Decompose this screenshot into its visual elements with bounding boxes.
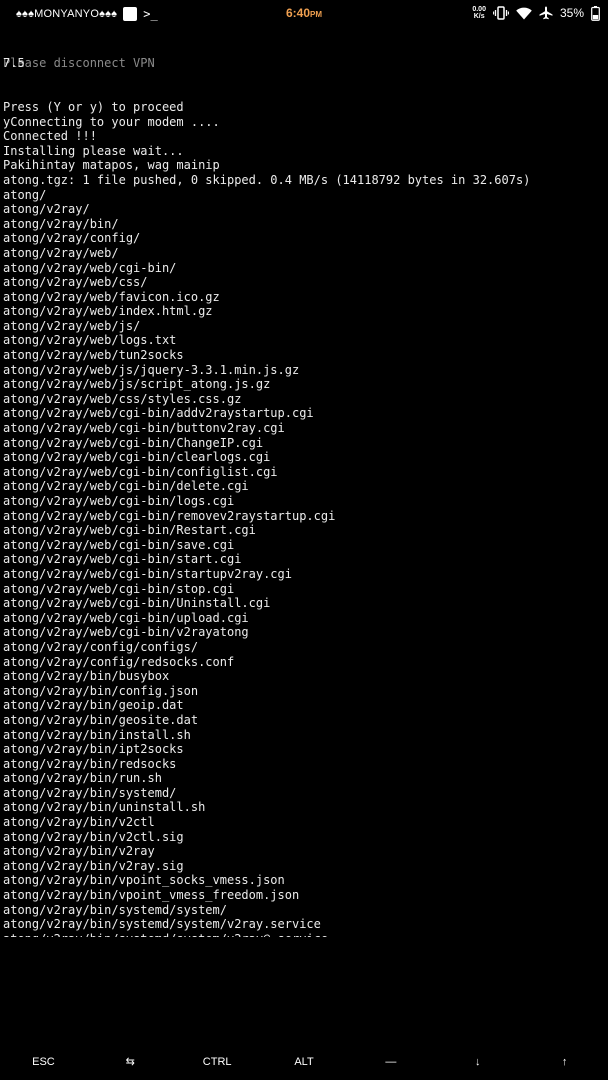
terminal-line: atong/v2ray/web/cgi-bin/buttonv2ray.cgi — [3, 421, 285, 436]
terminal-line: atong/v2ray/web/css/styles.css.gz — [3, 391, 242, 406]
dash-key[interactable]: — — [347, 1043, 434, 1080]
terminal-line: atong/v2ray/bin/systemd/system/ — [3, 902, 227, 917]
terminal-line: atong/ — [3, 187, 47, 202]
terminal-line: atong/v2ray/web/tun2socks — [3, 348, 184, 363]
arrow-up-key[interactable]: ↑ — [521, 1043, 608, 1080]
clock-time: 6:40 — [285, 6, 311, 20]
termux-screen: ♠♠♠MONYANYO♠♠♠ >_ 6:40PM 0.00 K/s 35% Pl… — [0, 0, 608, 1080]
arrow-down-key[interactable]: ↓ — [434, 1043, 521, 1080]
terminal-line: atong/v2ray/web/cgi-bin/stop.cgi — [3, 581, 235, 596]
network-speed: 0.00 K/s — [472, 6, 486, 20]
terminal-line: atong/v2ray/web/ — [3, 245, 119, 260]
terminal-line: atong/v2ray/bin/geosite.dat — [3, 712, 199, 727]
terminal-line: atong/v2ray/config/redsocks.conf — [3, 654, 235, 669]
vibrate-icon — [493, 6, 509, 20]
battery-icon — [591, 5, 600, 21]
terminal-line-ghost: Please disconnect VPN — [3, 56, 155, 71]
extra-keys-bar: ESC ⇆ CTRL ALT — ↓ ↑ — [0, 1043, 608, 1080]
terminal-line: atong/v2ray/bin/v2ray.sig — [3, 858, 184, 873]
terminal-line: atong/v2ray/bin/systemd/ — [3, 785, 177, 800]
terminal-line: atong/v2ray/web/cgi-bin/ChangeIP.cgi — [3, 435, 264, 450]
terminal-line: atong/v2ray/web/logs.txt — [3, 333, 177, 348]
alt-key[interactable]: ALT — [261, 1043, 348, 1080]
battery-percent: 35% — [559, 6, 584, 20]
terminal-line: Pakihintay matapos, wag mainip — [3, 158, 220, 173]
terminal-line: atong/v2ray/bin/busybox — [3, 669, 170, 684]
terminal-line: atong/v2ray/ — [3, 202, 90, 217]
terminal-line: atong/v2ray/bin/install.sh — [3, 727, 191, 742]
terminal-output[interactable]: Please disconnect VPN 7.5 Press (Y or y) … — [3, 27, 603, 937]
terminal-line: atong/v2ray/config/configs/ — [3, 639, 199, 654]
terminal-line: atong/v2ray/web/cgi-bin/configlist.cgi — [3, 464, 278, 479]
terminal-line: Connected !!! — [3, 129, 97, 144]
terminal-line: atong/v2ray/web/cgi-bin/ — [3, 260, 177, 275]
terminal-line: atong/v2ray/web/cgi-bin/start.cgi — [3, 552, 242, 567]
terminal-line: atong/v2ray/web/cgi-bin/v2rayatong — [3, 625, 249, 640]
terminal-line: atong/v2ray/web/cgi-bin/Uninstall.cgi — [3, 596, 271, 611]
terminal-line: atong/v2ray/bin/geoip.dat — [3, 698, 184, 713]
terminal-line: Installing please wait... — [3, 143, 184, 158]
terminal-line: atong/v2ray/web/cgi-bin/clearlogs.cgi — [3, 450, 271, 465]
terminal-first-line: Please disconnect VPN 7.5 — [3, 56, 603, 71]
terminal-line: atong/v2ray/bin/ — [3, 216, 119, 231]
terminal-line: yConnecting to your modem .... — [3, 114, 220, 129]
terminal-line-overlay: 7.5 — [3, 56, 25, 71]
terminal-line: atong/v2ray/web/js/jquery-3.3.1.min.js.g… — [3, 362, 300, 377]
network-speed-value: 0.00 — [472, 6, 486, 13]
ctrl-key[interactable]: CTRL — [174, 1043, 261, 1080]
airplane-mode-icon — [539, 6, 553, 20]
terminal-line: atong/v2ray/web/css/ — [3, 275, 148, 290]
terminal-line: atong/v2ray/bin/v2ray — [3, 844, 155, 859]
wifi-icon — [516, 7, 532, 19]
terminal-line: atong/v2ray/bin/systemd/system/v2ray.ser… — [3, 917, 321, 932]
terminal-line: atong/v2ray/bin/redsocks — [3, 756, 177, 771]
terminal-line: atong/v2ray/bin/ipt2socks — [3, 742, 184, 757]
terminal-line: atong/v2ray/config/ — [3, 231, 141, 246]
status-bar-right: 0.00 K/s 35% — [472, 4, 600, 22]
esc-key[interactable]: ESC — [0, 1043, 87, 1080]
terminal-line: atong/v2ray/web/cgi-bin/startupv2ray.cgi — [3, 566, 292, 581]
terminal-line: Press (Y or y) to proceed — [3, 99, 184, 114]
clock-suffix: PM — [310, 10, 323, 19]
terminal-line: atong/v2ray/web/cgi-bin/logs.cgi — [3, 494, 235, 508]
terminal-line: atong/v2ray/web/cgi-bin/removev2raystart… — [3, 508, 336, 523]
terminal-line: atong/v2ray/web/cgi-bin/delete.cgi — [3, 479, 249, 494]
terminal-line: atong/v2ray/bin/run.sh — [3, 771, 162, 786]
terminal-line: atong/v2ray/bin/systemd/system/v2ray@.se… — [3, 932, 603, 937]
terminal-lines: Press (Y or y) to proceed yConnecting to … — [3, 100, 603, 937]
tab-key[interactable]: ⇆ — [87, 1043, 174, 1080]
terminal-line: atong/v2ray/bin/v2ctl — [3, 815, 155, 830]
network-speed-unit: K/s — [473, 13, 485, 20]
terminal-line: atong/v2ray/bin/vpoint_vmess_freedom.jso… — [3, 888, 300, 903]
terminal-line: atong.tgz: 1 file pushed, 0 skipped. 0.4… — [3, 172, 531, 187]
terminal-line: atong/v2ray/bin/config.json — [3, 683, 199, 698]
terminal-line: atong/v2ray/web/favicon.ico.gz — [3, 289, 220, 304]
terminal-line: atong/v2ray/web/cgi-bin/upload.cgi — [3, 610, 249, 625]
terminal-line: atong/v2ray/bin/vpoint_socks_vmess.json — [3, 873, 285, 888]
terminal-line: atong/v2ray/web/cgi-bin/Restart.cgi — [3, 523, 256, 538]
terminal-line: atong/v2ray/web/js/script_atong.js.gz — [3, 377, 271, 392]
terminal-line: atong/v2ray/bin/uninstall.sh — [3, 800, 206, 815]
terminal-line: atong/v2ray/web/cgi-bin/addv2raystartup.… — [3, 406, 314, 421]
terminal-line: atong/v2ray/web/js/ — [3, 318, 141, 333]
terminal-line: atong/v2ray/bin/v2ctl.sig — [3, 829, 184, 844]
status-bar: ♠♠♠MONYANYO♠♠♠ >_ 6:40PM 0.00 K/s 35% — [0, 0, 608, 27]
terminal-line: atong/v2ray/web/cgi-bin/save.cgi — [3, 537, 235, 552]
terminal-line: atong/v2ray/web/index.html.gz — [3, 304, 213, 319]
